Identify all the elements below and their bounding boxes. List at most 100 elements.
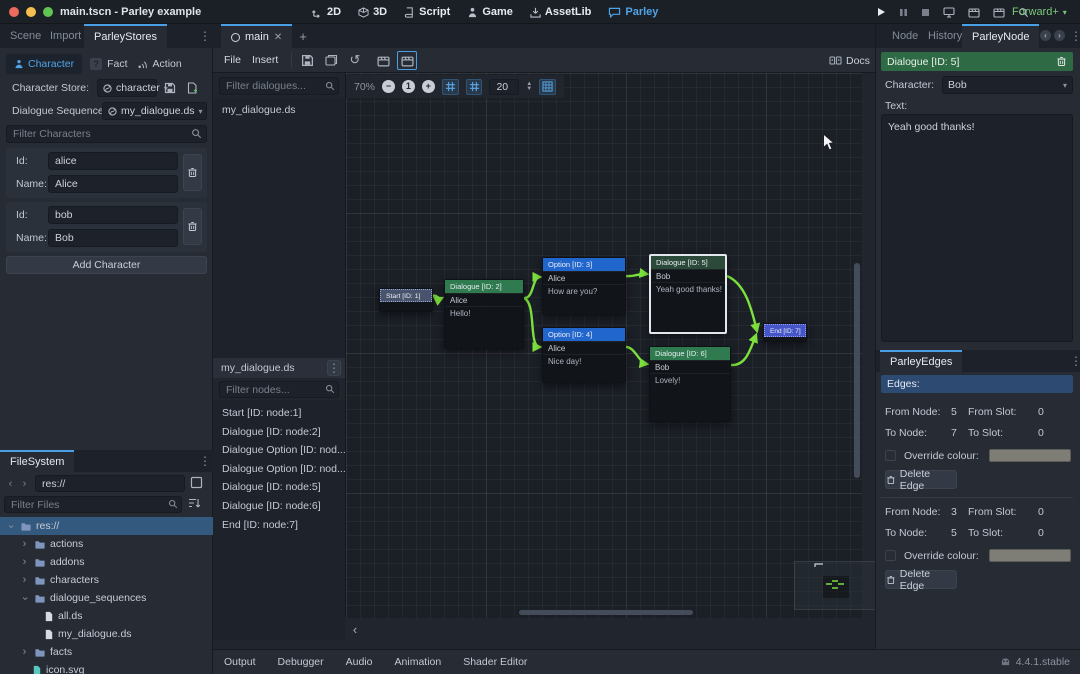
graph-node-end[interactable]: End [ID: 7] <box>763 323 807 342</box>
tree-item-folder[interactable]: › actions <box>0 535 213 553</box>
character-id-input[interactable] <box>48 152 178 170</box>
delete-edge-button[interactable]: Delete Edge <box>885 470 957 489</box>
bottom-tab-output[interactable]: Output <box>224 656 256 668</box>
undo-icon[interactable]: ↺ <box>347 51 363 68</box>
delete-character-button[interactable] <box>183 208 202 245</box>
tree-item-file[interactable]: my_dialogue.ds <box>0 625 213 643</box>
graph-node-title[interactable]: Dialogue [ID: 5] <box>651 256 725 269</box>
dialogue-file-menu-icon[interactable]: ⋮ <box>327 360 341 376</box>
graph-node-title[interactable]: End [ID: 7] <box>764 324 806 337</box>
graph-node-option-3[interactable]: Option [ID: 3] Alice How are you? <box>542 257 626 315</box>
nav-back-icon[interactable]: ‹ <box>4 475 17 492</box>
graph-node-dialogue-5-selected[interactable]: Dialogue [ID: 5] Bob Yeah good thanks! <box>649 254 727 334</box>
character-id-field[interactable] <box>48 152 178 170</box>
dock-menu-icon[interactable]: ⋮ <box>199 31 211 41</box>
minimize-window-button[interactable] <box>26 7 36 17</box>
colour-swatch[interactable] <box>989 449 1071 462</box>
tab-parley-edges[interactable]: ParleyEdges <box>880 350 962 372</box>
tree-item-folder[interactable]: › dialogue_sequences <box>0 589 213 607</box>
delete-character-button[interactable] <box>183 154 202 191</box>
zoom-reset-icon[interactable]: 1 <box>402 80 415 93</box>
play-icon[interactable] <box>876 7 886 17</box>
docs-button[interactable]: Docs <box>829 52 870 69</box>
tree-item-folder[interactable]: › addons <box>0 553 213 571</box>
tab-parley-node[interactable]: ParleyNode <box>962 24 1039 48</box>
tree-item-folder[interactable]: › facts <box>0 643 213 661</box>
tree-item-folder[interactable]: › characters <box>0 571 213 589</box>
version-info[interactable]: 4.4.1.stable <box>1000 656 1070 668</box>
graph-minimap[interactable] <box>794 561 876 610</box>
menu-insert[interactable]: Insert <box>252 54 278 66</box>
dialogue-text-field[interactable] <box>881 114 1073 342</box>
dialogue-file-item[interactable]: my_dialogue.ds <box>213 98 345 117</box>
graph-node-dialogue-6[interactable]: Dialogue [ID: 6] Bob Lovely! <box>649 346 731 422</box>
path-input[interactable] <box>35 475 185 492</box>
tree-item-file[interactable]: all.ds <box>0 607 213 625</box>
character-name-field[interactable] <box>48 229 178 247</box>
collapse-icon[interactable]: › <box>5 521 16 532</box>
filter-characters-field[interactable] <box>6 125 207 143</box>
maximize-window-button[interactable] <box>43 7 53 17</box>
bottom-tab-animation[interactable]: Animation <box>395 656 442 668</box>
filter-files-input[interactable] <box>4 496 182 513</box>
vertical-scrollbar[interactable] <box>854 263 860 478</box>
workspace-game[interactable]: Game <box>467 6 513 18</box>
node-list-item[interactable]: Dialogue [ID: node:6] <box>213 497 345 516</box>
tab-parley-stores[interactable]: ParleyStores <box>84 24 167 48</box>
tab-main-scene[interactable]: main ✕ <box>221 24 292 48</box>
workspace-parley[interactable]: Parley <box>608 6 658 18</box>
bottom-tab-shader-editor[interactable]: Shader Editor <box>463 656 527 668</box>
filter-nodes-field[interactable] <box>219 381 339 398</box>
dock-menu-icon[interactable]: ⋮ <box>1070 31 1080 41</box>
grid-size-field[interactable] <box>489 79 519 95</box>
tree-item-file[interactable]: icon.svg <box>0 661 213 674</box>
bottom-tab-audio[interactable]: Audio <box>346 656 373 668</box>
graph-node-title[interactable]: Start [ID: 1] <box>380 289 432 302</box>
node-list-item[interactable]: Start [ID: node:1] <box>213 404 345 423</box>
bottom-tab-debugger[interactable]: Debugger <box>278 656 324 668</box>
zoom-out-icon[interactable]: − <box>382 80 395 93</box>
graph-node-title[interactable]: Dialogue [ID: 6] <box>650 347 730 360</box>
store-tab-action[interactable]: Action <box>136 58 182 70</box>
filter-dialogues-field[interactable] <box>219 77 339 95</box>
toggle-grid-icon[interactable] <box>466 79 483 95</box>
node-list-item[interactable]: End [ID: node:7] <box>213 516 345 535</box>
menu-file[interactable]: File <box>224 54 241 66</box>
new-store-icon[interactable] <box>183 80 201 96</box>
grid-size-spinner[interactable]: ▲▼ <box>526 82 532 92</box>
workspace-script[interactable]: Script <box>404 6 450 18</box>
save-all-icon[interactable] <box>323 53 339 68</box>
movie-maker-icon[interactable] <box>968 7 980 18</box>
collapse-icon[interactable]: › <box>19 593 30 604</box>
filter-dialogues-input[interactable] <box>219 77 339 95</box>
remote-debug-icon[interactable] <box>943 7 955 18</box>
graph-canvas[interactable]: 70% − 1 + ▲▼ Start [ID: 1] Dialogue [ID:… <box>345 73 862 618</box>
graph-node-start[interactable]: Start [ID: 1] <box>379 288 433 312</box>
graph-node-title[interactable]: Option [ID: 4] <box>543 328 625 341</box>
delete-edge-button[interactable]: Delete Edge <box>885 570 957 589</box>
close-tab-icon[interactable]: ✕ <box>274 32 282 43</box>
snap-grid-icon[interactable] <box>442 79 459 95</box>
character-dropdown[interactable]: Bob ▾ <box>942 76 1073 94</box>
graph-node-option-4[interactable]: Option [ID: 4] Alice Nice day! <box>542 327 626 383</box>
history-forward-icon[interactable]: › <box>1054 30 1065 41</box>
filter-nodes-input[interactable] <box>219 381 339 398</box>
filter-files-field[interactable] <box>4 496 182 513</box>
save-icon[interactable] <box>299 53 315 68</box>
workspace-2d[interactable]: 2D <box>312 6 341 18</box>
history-back-icon[interactable]: ‹ <box>1040 30 1051 41</box>
node-list-item[interactable]: Dialogue Option [ID: nod... <box>213 460 345 479</box>
add-character-button[interactable]: Add Character <box>6 256 207 274</box>
save-store-icon[interactable] <box>161 80 179 96</box>
store-tab-fact[interactable]: ? Fact <box>90 58 127 70</box>
delete-node-icon[interactable] <box>1056 56 1067 67</box>
override-colour-checkbox[interactable] <box>885 550 896 561</box>
character-id-field[interactable] <box>48 206 178 224</box>
character-name-input[interactable] <box>48 175 178 193</box>
split-view-icon[interactable] <box>190 476 203 489</box>
graph-node-title[interactable]: Option [ID: 3] <box>543 258 625 271</box>
pause-icon[interactable] <box>899 8 908 17</box>
expand-icon[interactable]: › <box>19 557 30 568</box>
dialogue-sequence-dropdown[interactable]: my_dialogue.ds ▾ <box>102 102 207 120</box>
dock-menu-icon[interactable]: ⋮ <box>1070 356 1080 366</box>
